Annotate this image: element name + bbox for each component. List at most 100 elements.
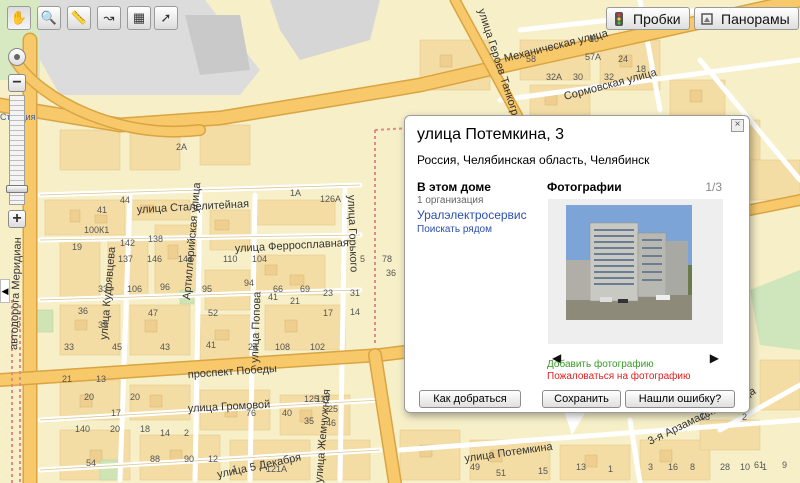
house-number-label: 9 — [782, 460, 787, 470]
org-link[interactable]: Уралэлектросервис — [417, 208, 527, 222]
address-popup: × улица Потемкина, 3 Россия, Челябинская… — [404, 115, 750, 413]
house-number-label: 21 — [62, 374, 72, 384]
house-number-label: 43 — [160, 342, 170, 352]
house-number-label: 25 — [328, 404, 338, 414]
house-number-label: 5 — [360, 254, 365, 264]
compass-icon — [14, 54, 20, 60]
house-number-label: 17 — [323, 308, 333, 318]
house-number-label: 23 — [323, 288, 333, 298]
house-number-label: 41 — [97, 205, 107, 215]
house-heading: В этом доме — [417, 180, 491, 194]
house-number-label: 16 — [668, 462, 678, 472]
zoom-area-tool-button[interactable]: 🔍 — [37, 6, 61, 30]
next-photo-icon[interactable]: ▶ — [710, 351, 719, 365]
house-number-label: 95 — [202, 284, 212, 294]
house-number-label: 35 — [304, 416, 314, 426]
street-label: улица Попова — [249, 291, 264, 363]
route-tool-button[interactable]: ↝ — [97, 6, 121, 30]
house-number-label: 36 — [78, 306, 88, 316]
house-number-label: 14 — [160, 428, 170, 438]
house-number-label: 44 — [120, 195, 130, 205]
search-nearby-link[interactable]: Поискать рядом — [417, 224, 492, 235]
building-photo[interactable] — [566, 205, 692, 320]
hand-tool-button[interactable]: ✋ — [7, 6, 31, 30]
info-pointer-button[interactable]: ➚ — [154, 6, 178, 30]
house-number-label: 146 — [147, 254, 162, 264]
house-number-label: 10 — [589, 34, 599, 44]
house-number-label: 3 — [648, 462, 653, 472]
zoom-slider-thumb[interactable] — [6, 185, 28, 193]
house-number-label: 2А — [176, 142, 187, 152]
house-number-label: 126А — [320, 194, 341, 204]
house-number-label: 1А — [290, 188, 301, 198]
plus-icon: + — [12, 210, 22, 227]
photos-heading: Фотографии — [547, 180, 622, 194]
house-number-label: 24 — [248, 342, 258, 352]
house-number-label: 51 — [496, 468, 506, 478]
house-number-label: 117 — [316, 394, 330, 404]
house-number-label: 18 — [636, 64, 646, 74]
panorama-label: Панорамы — [721, 10, 790, 27]
zoom-out-button[interactable]: − — [8, 74, 26, 92]
house-number-label: 1 — [762, 462, 767, 472]
house-number-label: 8 — [690, 462, 695, 472]
house-number-label: 13 — [576, 462, 586, 472]
minus-icon: − — [12, 74, 22, 91]
house-number-label: 46 — [326, 418, 336, 428]
panorama-icon — [701, 12, 713, 26]
report-error-button[interactable]: Нашли ошибку? — [625, 390, 735, 408]
house-number-label: 94 — [244, 278, 254, 288]
house-number-label: 1 — [232, 464, 237, 474]
panorama-button[interactable]: Панорамы — [694, 7, 799, 30]
compass-button[interactable] — [8, 48, 26, 66]
house-number-label: 20 — [110, 424, 120, 434]
house-number-label: 10 — [740, 462, 750, 472]
route-button[interactable]: Как добраться — [419, 390, 521, 408]
house-number-label: 2 — [742, 412, 747, 422]
house-number-label: 17 — [111, 408, 121, 418]
popup-address: Россия, Челябинская область, Челябинск — [417, 153, 650, 167]
route-icon: ↝ — [103, 10, 115, 25]
house-number-label: 28 — [720, 462, 730, 472]
house-number-label: 20 — [84, 392, 94, 402]
house-number-label: 137 — [118, 254, 133, 264]
hand-icon: ✋ — [10, 10, 28, 25]
report-photo-link[interactable]: Пожаловаться на фотографию — [547, 371, 690, 382]
house-number-label: 21 — [290, 296, 300, 306]
house-number-label: 57А — [585, 52, 601, 62]
house-number-label: 18 — [140, 424, 150, 434]
house-number-label: 90 — [184, 454, 194, 464]
house-number-label: 41 — [206, 340, 216, 350]
house-number-label: 36 — [386, 268, 396, 278]
ruler-tool-button[interactable]: 📏 — [67, 6, 91, 30]
house-number-label: 54 — [86, 458, 96, 468]
house-number-label: 32 — [604, 72, 614, 82]
house-number-label: 32А — [546, 72, 562, 82]
save-button[interactable]: Сохранить — [542, 390, 621, 408]
house-number-label: 12 — [208, 454, 218, 464]
house-number-label: 96 — [160, 282, 170, 292]
house-number-label: 49 — [470, 462, 480, 472]
house-number-label: 2 — [184, 428, 189, 438]
house-number-label: 19 — [72, 242, 82, 252]
house-number-label: 40 — [282, 408, 292, 418]
zoom-in-button[interactable]: + — [8, 210, 26, 228]
house-number-label: 41 — [268, 292, 278, 302]
close-icon[interactable]: × — [731, 119, 744, 132]
org-count: 1 организация — [417, 195, 484, 206]
house-number-label: 30 — [573, 72, 583, 82]
house-number-label: 104 — [252, 254, 267, 264]
traffic-button[interactable]: Пробки — [606, 7, 690, 30]
map-layers-icon: ▦ — [132, 10, 146, 25]
collapse-panel-button[interactable]: ◀ — [0, 279, 10, 303]
house-number-label: 20 — [130, 392, 140, 402]
add-photo-link[interactable]: Добавить фотографию — [547, 359, 654, 370]
house-number-label: 144 — [178, 254, 193, 264]
house-number-label: 78 — [382, 254, 392, 264]
map-layers-button[interactable]: ▦ — [127, 6, 151, 30]
house-number-label: 33 — [64, 342, 74, 352]
zoom-area-icon: 🔍 — [40, 10, 58, 25]
house-number-label: 58 — [526, 54, 536, 64]
house-number-label: 14 — [350, 307, 360, 317]
house-number-label: 45 — [112, 342, 122, 352]
